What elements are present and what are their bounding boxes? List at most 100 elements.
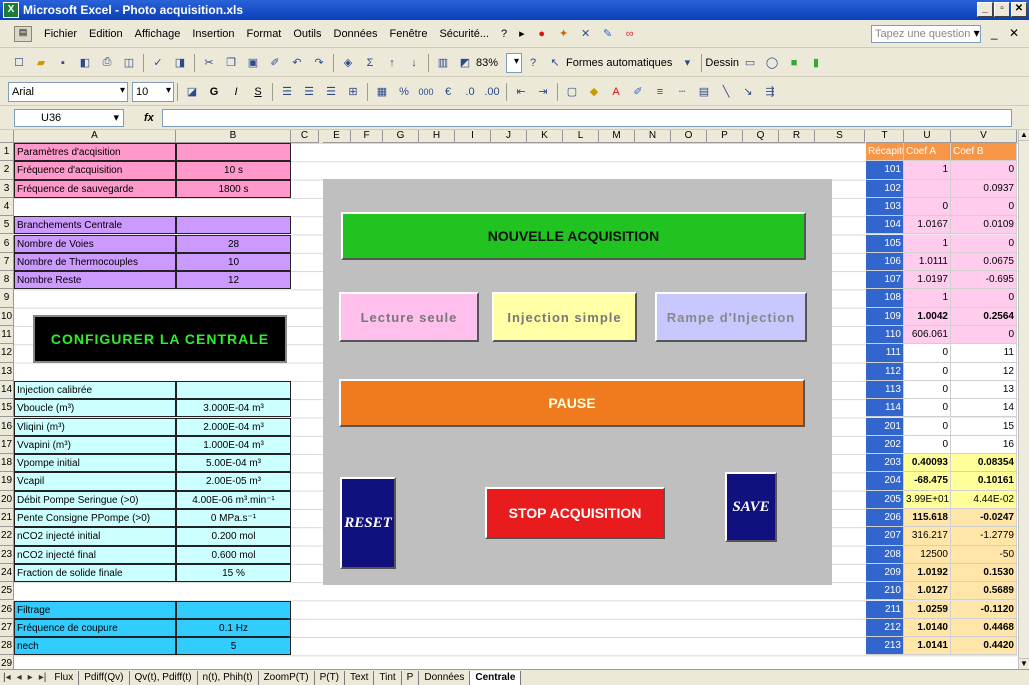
coef-b-cell[interactable]: 12: [951, 362, 1017, 381]
label-cell[interactable]: nCO2 injecté initial: [14, 527, 176, 546]
close-button[interactable]: ✕: [1011, 2, 1027, 17]
save-disk-icon[interactable]: ▪: [54, 54, 72, 72]
sheet-tab-p-t-[interactable]: P(T): [315, 670, 346, 685]
coef-b-cell[interactable]: 4.44E-02: [951, 490, 1017, 509]
simple-injection-button[interactable]: Injection simple: [492, 292, 637, 342]
channel-cell[interactable]: 114: [866, 399, 904, 418]
column-header-f[interactable]: F: [351, 130, 383, 143]
row-header-22[interactable]: 22: [0, 527, 14, 546]
column-header-o[interactable]: O: [671, 130, 707, 143]
channel-cell[interactable]: 208: [866, 545, 904, 564]
coef-a-cell[interactable]: 0: [904, 362, 951, 381]
next-sheet-icon[interactable]: ▸: [28, 672, 33, 683]
decrease-decimal-icon[interactable]: .00: [483, 83, 501, 101]
row-header-5[interactable]: 5: [0, 216, 14, 235]
pause-button[interactable]: PAUSE: [339, 379, 805, 427]
fill-color-icon[interactable]: ◆: [585, 83, 603, 101]
coef-b-cell[interactable]: 0.0937: [951, 179, 1017, 198]
channel-cell[interactable]: 203: [866, 454, 904, 473]
chart-wizard-icon[interactable]: ▥: [434, 54, 452, 72]
label-cell[interactable]: Branchements Centrale: [14, 216, 176, 235]
row-header-16[interactable]: 16: [0, 417, 14, 436]
currency-icon[interactable]: ▦: [373, 83, 391, 101]
menu-window-controls[interactable]: ▾ _ ✕: [974, 26, 1023, 40]
value-cell[interactable]: 3.000E-04 m³: [176, 399, 291, 418]
coef-a-cell[interactable]: 1: [904, 234, 951, 253]
coef-b-cell[interactable]: -0.1120: [951, 600, 1017, 619]
row-header-11[interactable]: 11: [0, 326, 14, 345]
column-header-k[interactable]: K: [527, 130, 563, 143]
autoshapes-dropdown-icon[interactable]: ▾: [678, 54, 696, 72]
coef-b-cell[interactable]: 0: [951, 197, 1017, 217]
column-header-l[interactable]: L: [563, 130, 599, 143]
coef-b-cell[interactable]: 0.10161: [951, 472, 1017, 491]
question-input[interactable]: Tapez une question: [871, 25, 981, 43]
value-cell[interactable]: 10: [176, 252, 291, 272]
menu-more-icon[interactable]: ▸: [519, 27, 525, 40]
label-cell[interactable]: nech: [14, 637, 176, 656]
format-painter-icon[interactable]: ✐: [266, 54, 284, 72]
coef-a-cell[interactable]: 1.0192: [904, 563, 951, 583]
label-cell[interactable]: Fréquence de coupure: [14, 618, 176, 638]
coef-a-cell[interactable]: 1.0140: [904, 618, 951, 638]
coef-a-cell[interactable]: 0: [904, 435, 951, 455]
coef-a-cell[interactable]: 1.0259: [904, 600, 951, 619]
coef-a-cell[interactable]: 3.99E+01: [904, 490, 951, 509]
increase-indent-icon[interactable]: ⇥: [534, 83, 552, 101]
euro-button[interactable]: €: [439, 83, 457, 101]
formula-input[interactable]: [161, 109, 1012, 127]
merge-center-icon[interactable]: ⊞: [344, 83, 362, 101]
coef-a-cell[interactable]: 0.40093: [904, 454, 951, 473]
label-cell[interactable]: Vpompe initial: [14, 454, 176, 473]
sheet-tab-zoomp-t-[interactable]: ZoomP(T): [259, 670, 315, 685]
channel-cell[interactable]: 105: [866, 234, 904, 253]
coef-b-cell[interactable]: -0.695: [951, 271, 1017, 290]
value-cell[interactable]: 2.00E-05 m³: [176, 472, 291, 491]
percent-button[interactable]: %: [395, 83, 413, 101]
sheet-tab-text[interactable]: Text: [345, 670, 375, 685]
read-only-button[interactable]: Lecture seule: [339, 292, 479, 342]
sheet-tab-flux[interactable]: Flux: [49, 670, 80, 685]
link-icon[interactable]: ∞: [621, 25, 639, 43]
value-cell[interactable]: [176, 216, 291, 235]
coef-a-cell[interactable]: 0: [904, 417, 951, 436]
restore-button[interactable]: ▫: [994, 2, 1010, 17]
dash-style-icon[interactable]: ┄: [673, 83, 691, 101]
coef-b-cell[interactable]: 16: [951, 435, 1017, 455]
save-button[interactable]: SAVE: [725, 472, 777, 542]
paste-icon[interactable]: ▣: [244, 54, 262, 72]
decrease-indent-icon[interactable]: ⇤: [512, 83, 530, 101]
label-cell[interactable]: Nombre de Thermocouples: [14, 252, 176, 272]
channel-cell[interactable]: 103: [866, 197, 904, 217]
channel-cell[interactable]: 108: [866, 289, 904, 308]
coef-a-cell[interactable]: 1: [904, 289, 951, 308]
autoshapes-menu[interactable]: Formes automatiques: [566, 57, 672, 69]
row-header-20[interactable]: 20: [0, 490, 14, 509]
label-cell[interactable]: Fréquence d'acquisition: [14, 161, 176, 180]
print-icon[interactable]: ⎙: [98, 54, 116, 72]
new-acquisition-button[interactable]: NOUVELLE ACQUISITION: [341, 212, 806, 260]
coef-a-cell[interactable]: 1.0111: [904, 252, 951, 272]
row-header-23[interactable]: 23: [0, 545, 14, 564]
row-header-28[interactable]: 28: [0, 637, 14, 656]
coef-b-cell[interactable]: 0.2564: [951, 307, 1017, 326]
line-style-icon[interactable]: ≡: [651, 83, 669, 101]
coef-a-cell[interactable]: 1: [904, 161, 951, 180]
row-header-3[interactable]: 3: [0, 179, 14, 198]
value-cell[interactable]: 5: [176, 637, 291, 656]
pointer-icon[interactable]: ↖: [546, 54, 564, 72]
coef-a-cell[interactable]: 1.0141: [904, 637, 951, 656]
row-header-15[interactable]: 15: [0, 399, 14, 418]
channel-cell[interactable]: 211: [866, 600, 904, 619]
coef-a-cell[interactable]: 1.0167: [904, 216, 951, 235]
channel-cell[interactable]: 206: [866, 509, 904, 528]
zoom-dropdown[interactable]: [506, 52, 522, 73]
sheet-tab-pdiff-qv-[interactable]: Pdiff(Qv): [79, 670, 130, 685]
arrow-style-icon[interactable]: ⇶: [761, 83, 779, 101]
vertical-scrollbar[interactable]: ▲ ▼: [1018, 130, 1029, 669]
row-header-10[interactable]: 10: [0, 307, 14, 326]
permission-icon[interactable]: ◧: [76, 54, 94, 72]
spelling-icon[interactable]: ✓: [149, 54, 167, 72]
row-header-19[interactable]: 19: [0, 472, 14, 491]
row-header-24[interactable]: 24: [0, 563, 14, 583]
